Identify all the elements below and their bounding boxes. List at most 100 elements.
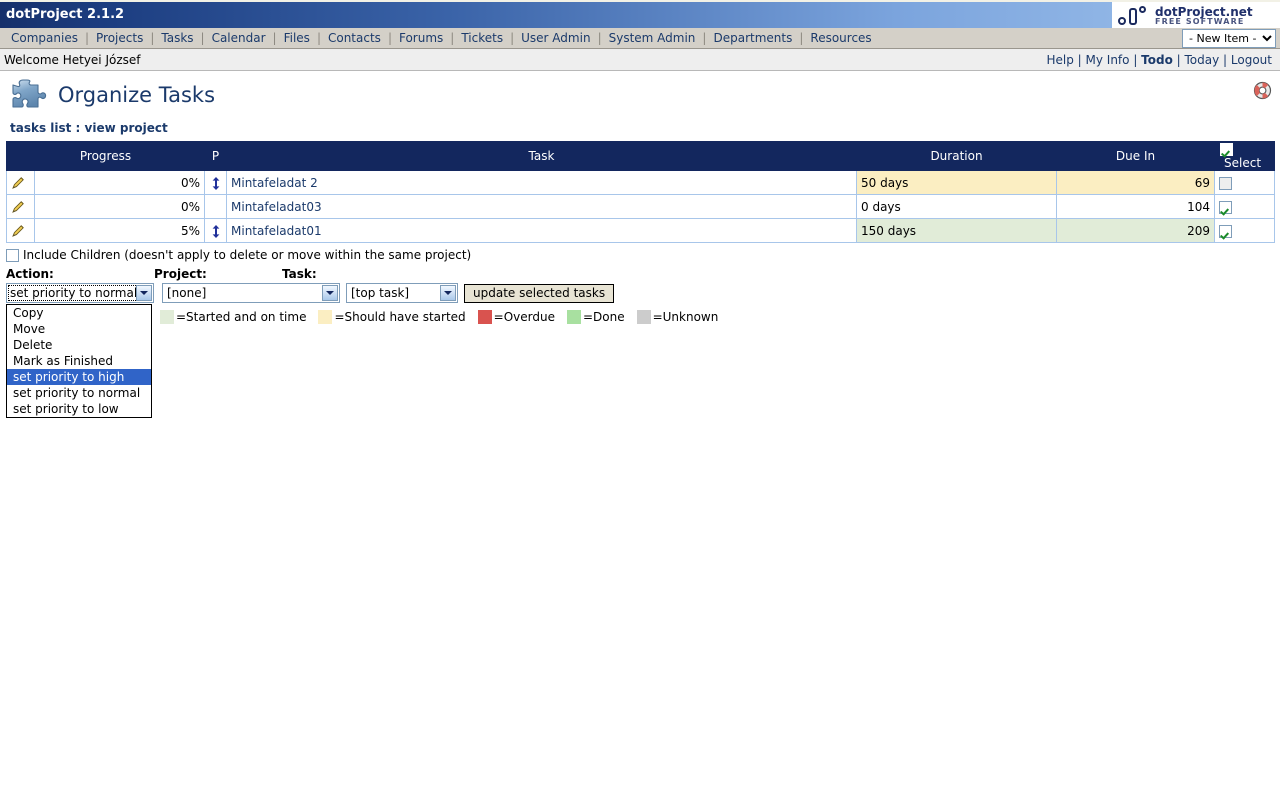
legend-swatch-started <box>160 310 174 324</box>
nav-item-system-admin[interactable]: System Admin <box>602 28 703 48</box>
link-separator: | <box>1073 53 1086 67</box>
link-separator: | <box>1219 53 1231 67</box>
nav-item-forums[interactable]: Forums <box>392 28 450 48</box>
link-today[interactable]: Today <box>1185 53 1220 67</box>
project-select[interactable]: [none] <box>162 283 340 303</box>
nav-item-departments[interactable]: Departments <box>706 28 799 48</box>
app-title: dotProject 2.1.2 <box>6 7 125 22</box>
nav-item-user-admin[interactable]: User Admin <box>514 28 597 48</box>
action-select[interactable]: set priority to normal <box>6 283 154 303</box>
legend-item-should-have-started: =Should have started <box>318 310 466 324</box>
nav-item-files[interactable]: Files <box>277 28 317 48</box>
chevron-down-icon[interactable] <box>322 285 338 301</box>
legend-label-should-have-started: =Should have started <box>334 310 466 324</box>
task-duration: 150 days <box>856 218 1057 243</box>
task-select[interactable]: [top task] <box>346 283 458 303</box>
legend-item-done: =Done <box>566 310 625 324</box>
task-name[interactable]: Mintafeladat 2 <box>226 170 857 195</box>
legend-label-started: =Started and on time <box>176 310 307 324</box>
task-progress: 5% <box>34 218 205 243</box>
action-option-set-priority-to-high[interactable]: set priority to high <box>7 369 151 385</box>
nav-item-contacts[interactable]: Contacts <box>321 28 388 48</box>
task-duration: 0 days <box>856 194 1057 219</box>
chevron-down-icon[interactable] <box>136 285 152 301</box>
select-all-checkbox[interactable] <box>1220 143 1233 156</box>
lifering-icon[interactable] <box>1253 81 1272 100</box>
nav-item-projects[interactable]: Projects <box>89 28 150 48</box>
legend-label-unknown: =Unknown <box>652 310 719 324</box>
nav-item-tasks[interactable]: Tasks <box>154 28 200 48</box>
table-row: 5% Mintafeladat01 150 days 209 <box>6 218 1275 243</box>
page-title: Organize Tasks <box>58 83 216 107</box>
label-action: Action: <box>6 267 54 281</box>
link-my-info[interactable]: My Info <box>1086 53 1130 67</box>
link-help[interactable]: Help <box>1046 53 1073 67</box>
include-children-checkbox[interactable] <box>6 248 19 262</box>
column-header-task[interactable]: Task <box>226 141 857 171</box>
task-duration: 50 days <box>856 170 1057 195</box>
status-color-legend: =Started and on time =Should have starte… <box>160 310 730 324</box>
task-select-checkbox[interactable] <box>1219 224 1232 238</box>
page-header: Organize Tasks <box>0 71 1280 119</box>
edit-task-cell[interactable] <box>6 170 35 195</box>
tasks-table: Progress P Task Duration Due In Select 0… <box>6 141 1275 243</box>
update-selected-tasks-button[interactable]: update selected tasks <box>464 283 615 303</box>
puzzle-piece-icon <box>10 78 48 112</box>
pencil-icon[interactable] <box>11 176 25 190</box>
action-option-set-priority-to-normal[interactable]: set priority to normal <box>7 385 151 401</box>
task-priority-cell <box>204 170 227 195</box>
task-due-in: 69 <box>1056 170 1215 195</box>
nav-item-companies[interactable]: Companies <box>4 28 85 48</box>
action-option-copy[interactable]: Copy <box>7 305 151 321</box>
action-option-delete[interactable]: Delete <box>7 337 151 353</box>
project-select-value: [none] <box>167 286 207 300</box>
nav-item-resources[interactable]: Resources <box>803 28 878 48</box>
include-children-label: Include Children (doesn't apply to delet… <box>23 248 472 262</box>
tasks-table-body: 0% Mintafeladat 2 50 days 69 0% Mintafel… <box>6 170 1275 243</box>
task-due-in: 104 <box>1056 194 1215 219</box>
chevron-down-icon[interactable] <box>440 285 456 301</box>
include-children-row: Include Children (doesn't apply to delet… <box>6 247 1280 263</box>
column-header-due-in[interactable]: Due In <box>1056 141 1215 171</box>
nav-item-calendar[interactable]: Calendar <box>205 28 273 48</box>
dotproject-logo-icon <box>1118 5 1150 27</box>
edit-task-cell[interactable] <box>6 194 35 219</box>
action-option-mark-as-finished[interactable]: Mark as Finished <box>7 353 151 369</box>
action-select-value: set priority to normal <box>10 286 138 300</box>
task-select-value: [top task] <box>351 286 410 300</box>
legend-item-started-on-time: =Started and on time <box>160 310 306 324</box>
action-option-set-priority-to-low[interactable]: set priority to low <box>7 401 151 417</box>
task-progress: 0% <box>34 170 205 195</box>
task-name[interactable]: Mintafeladat03 <box>226 194 857 219</box>
brand-tagline: FREE SOFTWARE <box>1155 17 1245 27</box>
link-todo[interactable]: Todo <box>1141 53 1173 67</box>
column-header-select-label: Select <box>1224 156 1262 170</box>
new-item-select-wrap: - New Item - <box>1182 29 1276 48</box>
page-content: Organize Tasks tasks list : view project <box>0 71 1280 418</box>
legend-label-done: =Done <box>582 310 625 324</box>
nav-item-tickets[interactable]: Tickets <box>454 28 510 48</box>
task-progress: 0% <box>34 194 205 219</box>
legend-swatch-overdue <box>477 310 492 324</box>
task-select-checkbox[interactable] <box>1219 176 1232 190</box>
edit-task-cell[interactable] <box>6 218 35 243</box>
new-item-select[interactable]: - New Item - <box>1182 29 1276 48</box>
action-select-dropdown[interactable]: Copy Move Delete Mark as Finished set pr… <box>6 304 152 418</box>
task-name[interactable]: Mintafeladat01 <box>226 218 857 243</box>
action-option-move[interactable]: Move <box>7 321 151 337</box>
bulk-action-area: Include Children (doesn't apply to delet… <box>0 247 1280 418</box>
pencil-icon[interactable] <box>11 224 25 238</box>
column-header-progress[interactable]: Progress <box>6 141 205 171</box>
task-select-checkbox[interactable] <box>1219 200 1232 214</box>
control-inputs-row: set priority to normal [none] [top task]… <box>6 282 1280 304</box>
column-header-duration[interactable]: Duration <box>856 141 1057 171</box>
column-header-priority[interactable]: P <box>204 141 227 171</box>
legend-swatch-should-have-started <box>318 310 333 324</box>
welcome-message: Welcome Hetyei József <box>4 53 141 67</box>
window-title-bar: dotProject 2.1.2 dotProject.net FREE SOF… <box>0 0 1280 30</box>
task-due-in: 209 <box>1056 218 1215 243</box>
link-logout[interactable]: Logout <box>1231 53 1272 67</box>
pencil-icon[interactable] <box>11 200 25 214</box>
control-labels-row: Action: Project: Task: <box>6 265 1280 281</box>
task-select-cell <box>1214 218 1275 243</box>
